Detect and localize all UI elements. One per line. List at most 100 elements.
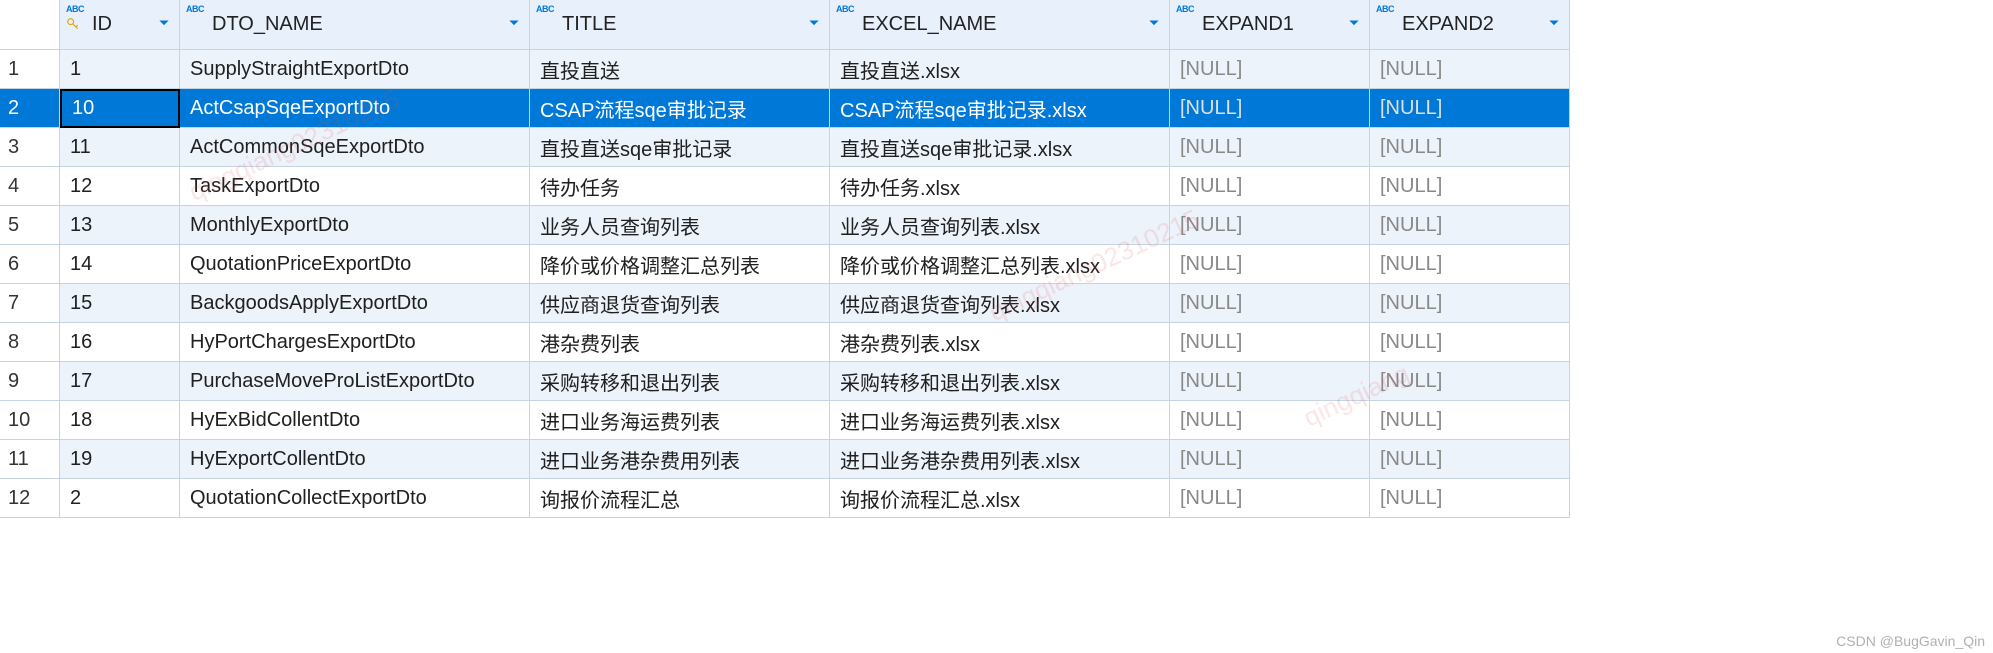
cell-id[interactable]: 17	[60, 362, 180, 401]
cell-dto[interactable]: QuotationCollectExportDto	[180, 479, 530, 518]
cell-title[interactable]: 直投直送	[530, 50, 830, 89]
cell-expand1[interactable]: [NULL]	[1170, 479, 1370, 518]
cell-excel[interactable]: 业务人员查询列表.xlsx	[830, 206, 1170, 245]
cell-excel[interactable]: 进口业务港杂费用列表.xlsx	[830, 440, 1170, 479]
cell-title[interactable]: 待办任务	[530, 167, 830, 206]
table-row[interactable]: 12TaskExportDto待办任务待办任务.xlsx[NULL][NULL]	[60, 167, 1993, 206]
table-row[interactable]: 15BackgoodsApplyExportDto供应商退货查询列表供应商退货查…	[60, 284, 1993, 323]
table-row[interactable]: 13MonthlyExportDto业务人员查询列表业务人员查询列表.xlsx […	[60, 206, 1993, 245]
cell-id[interactable]: 19	[60, 440, 180, 479]
filter-dropdown-icon[interactable]	[155, 17, 173, 31]
row-number[interactable]: 12	[0, 479, 60, 518]
cell-expand2[interactable]: [NULL]	[1370, 401, 1570, 440]
cell-dto[interactable]: MonthlyExportDto	[180, 206, 530, 245]
cell-title[interactable]: 降价或价格调整汇总列表	[530, 245, 830, 284]
cell-excel[interactable]: 供应商退货查询列表.xlsx	[830, 284, 1170, 323]
cell-id[interactable]: 14	[60, 245, 180, 284]
filter-dropdown-icon[interactable]	[1545, 17, 1563, 31]
row-number[interactable]: 8	[0, 323, 60, 362]
data-grid[interactable]: 123456789101112 ABCIDABCDTO_NAMEABCTITLE…	[0, 0, 1993, 518]
cell-expand2[interactable]: [NULL]	[1370, 50, 1570, 89]
table-row[interactable]: 1SupplyStraightExportDto直投直送直投直送.xlsx[NU…	[60, 50, 1993, 89]
cell-expand2[interactable]: [NULL]	[1370, 440, 1570, 479]
cell-expand2[interactable]: [NULL]	[1370, 362, 1570, 401]
table-row[interactable]: 2QuotationCollectExportDto询报价流程汇总询报价流程汇总…	[60, 479, 1993, 518]
row-number[interactable]: 11	[0, 440, 60, 479]
row-number[interactable]: 6	[0, 245, 60, 284]
cell-title[interactable]: 直投直送sqe审批记录	[530, 128, 830, 167]
row-number[interactable]: 7	[0, 284, 60, 323]
cell-expand1[interactable]: [NULL]	[1170, 284, 1370, 323]
column-header-excel[interactable]: ABCEXCEL_NAME	[830, 0, 1170, 50]
cell-expand1[interactable]: [NULL]	[1170, 50, 1370, 89]
cell-expand1[interactable]: [NULL]	[1170, 401, 1370, 440]
table-row[interactable]: 17PurchaseMoveProListExportDto采购转移和退出列表采…	[60, 362, 1993, 401]
cell-expand2[interactable]: [NULL]	[1370, 479, 1570, 518]
column-header-expand2[interactable]: ABCEXPAND2	[1370, 0, 1570, 50]
cell-id[interactable]: 13	[60, 206, 180, 245]
cell-expand1[interactable]: [NULL]	[1170, 323, 1370, 362]
cell-dto[interactable]: HyPortChargesExportDto	[180, 323, 530, 362]
cell-excel[interactable]: 港杂费列表.xlsx	[830, 323, 1170, 362]
column-header-dto[interactable]: ABCDTO_NAME	[180, 0, 530, 50]
table-row[interactable]: 19HyExportCollentDto进口业务港杂费用列表进口业务港杂费用列表…	[60, 440, 1993, 479]
cell-excel[interactable]: 进口业务海运费列表.xlsx	[830, 401, 1170, 440]
cell-expand2[interactable]: [NULL]	[1370, 284, 1570, 323]
row-number[interactable]: 2	[0, 89, 60, 128]
filter-dropdown-icon[interactable]	[805, 17, 823, 31]
table-row[interactable]: 16HyPortChargesExportDto港杂费列表港杂费列表.xlsx[…	[60, 323, 1993, 362]
cell-dto[interactable]: ActCsapSqeExportDto	[180, 89, 530, 128]
cell-expand2[interactable]: [NULL]	[1370, 89, 1570, 128]
cell-excel[interactable]: CSAP流程sqe审批记录.xlsx	[830, 89, 1170, 128]
cell-dto[interactable]: ActCommonSqeExportDto	[180, 128, 530, 167]
cell-id[interactable]: 11	[60, 128, 180, 167]
cell-id[interactable]: 10	[60, 89, 180, 128]
cell-expand1[interactable]: [NULL]	[1170, 128, 1370, 167]
filter-dropdown-icon[interactable]	[505, 17, 523, 31]
cell-title[interactable]: 进口业务港杂费用列表	[530, 440, 830, 479]
cell-excel[interactable]: 待办任务.xlsx	[830, 167, 1170, 206]
cell-dto[interactable]: QuotationPriceExportDto	[180, 245, 530, 284]
cell-id[interactable]: 12	[60, 167, 180, 206]
filter-dropdown-icon[interactable]	[1345, 17, 1363, 31]
cell-excel[interactable]: 询报价流程汇总.xlsx	[830, 479, 1170, 518]
column-header-id[interactable]: ABCID	[60, 0, 180, 50]
cell-expand1[interactable]: [NULL]	[1170, 167, 1370, 206]
cell-title[interactable]: 业务人员查询列表	[530, 206, 830, 245]
table-row[interactable]: 10ActCsapSqeExportDtoCSAP流程sqe审批记录CSAP流程…	[60, 89, 1993, 128]
table-row[interactable]: 14QuotationPriceExportDto降价或价格调整汇总列表降价或价…	[60, 245, 1993, 284]
cell-title[interactable]: 采购转移和退出列表	[530, 362, 830, 401]
cell-dto[interactable]: HyExportCollentDto	[180, 440, 530, 479]
cell-expand1[interactable]: [NULL]	[1170, 245, 1370, 284]
cell-title[interactable]: CSAP流程sqe审批记录	[530, 89, 830, 128]
cell-expand2[interactable]: [NULL]	[1370, 167, 1570, 206]
row-number[interactable]: 5	[0, 206, 60, 245]
cell-expand1[interactable]: [NULL]	[1170, 440, 1370, 479]
row-number[interactable]: 3	[0, 128, 60, 167]
row-number[interactable]: 10	[0, 401, 60, 440]
cell-dto[interactable]: BackgoodsApplyExportDto	[180, 284, 530, 323]
table-row[interactable]: 11ActCommonSqeExportDto直投直送sqe审批记录直投直送sq…	[60, 128, 1993, 167]
cell-id[interactable]: 2	[60, 479, 180, 518]
cell-expand2[interactable]: [NULL]	[1370, 128, 1570, 167]
cell-id[interactable]: 16	[60, 323, 180, 362]
cell-excel[interactable]: 降价或价格调整汇总列表.xlsx	[830, 245, 1170, 284]
cell-title[interactable]: 港杂费列表	[530, 323, 830, 362]
filter-dropdown-icon[interactable]	[1145, 17, 1163, 31]
cell-title[interactable]: 进口业务海运费列表	[530, 401, 830, 440]
cell-expand2[interactable]: [NULL]	[1370, 323, 1570, 362]
table-row[interactable]: 18HyExBidCollentDto进口业务海运费列表进口业务海运费列表.xl…	[60, 401, 1993, 440]
cell-id[interactable]: 18	[60, 401, 180, 440]
cell-title[interactable]: 供应商退货查询列表	[530, 284, 830, 323]
cell-dto[interactable]: PurchaseMoveProListExportDto	[180, 362, 530, 401]
column-header-expand1[interactable]: ABCEXPAND1	[1170, 0, 1370, 50]
row-number[interactable]: 4	[0, 167, 60, 206]
row-number[interactable]: 9	[0, 362, 60, 401]
cell-expand1[interactable]: [NULL]	[1170, 89, 1370, 128]
cell-expand2[interactable]: [NULL]	[1370, 206, 1570, 245]
cell-id[interactable]: 1	[60, 50, 180, 89]
cell-excel[interactable]: 采购转移和退出列表.xlsx	[830, 362, 1170, 401]
cell-expand1[interactable]: [NULL]	[1170, 362, 1370, 401]
cell-excel[interactable]: 直投直送.xlsx	[830, 50, 1170, 89]
column-header-title[interactable]: ABCTITLE	[530, 0, 830, 50]
